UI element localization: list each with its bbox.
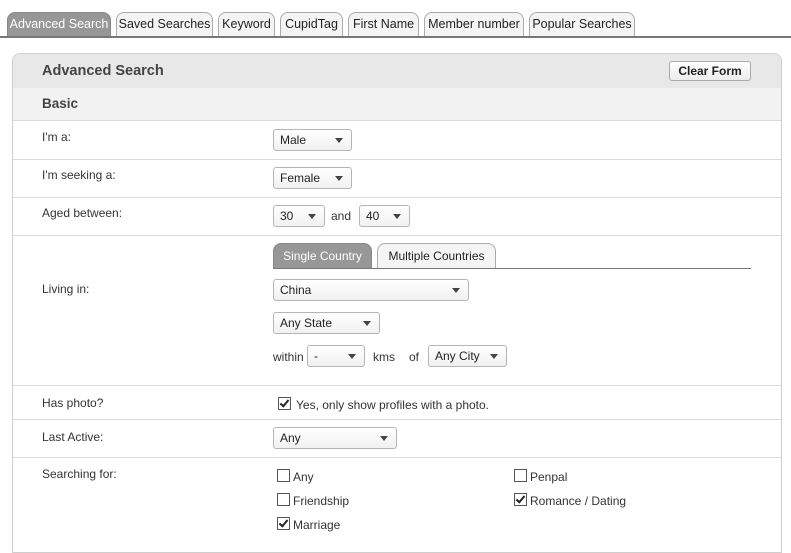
check-icon: [278, 517, 289, 528]
seeking-select[interactable]: Female: [273, 167, 352, 189]
im-a-value: Male: [280, 133, 307, 147]
of-label: of: [409, 350, 420, 364]
age-max-value: 40: [366, 209, 380, 223]
chevron-down-icon: [363, 321, 371, 326]
advanced-search-panel: Advanced Search Clear Form Basic I'm a: …: [12, 53, 782, 553]
divider: [13, 197, 781, 198]
country-tabs-underline: [273, 268, 751, 269]
last-active-label: Last Active:: [42, 430, 104, 444]
chevron-down-icon: [335, 176, 343, 181]
tab-member-number[interactable]: Member number: [424, 12, 524, 36]
friendship-checkbox-label: Friendship: [293, 494, 350, 508]
im-a-label: I'm a:: [42, 130, 71, 144]
age-min-select[interactable]: 30: [273, 205, 325, 227]
chevron-down-icon: [490, 354, 498, 359]
chevron-down-icon: [393, 214, 401, 219]
photo-checkbox[interactable]: [278, 397, 291, 410]
divider: [13, 159, 781, 160]
marriage-checkbox[interactable]: [277, 517, 290, 530]
country-select[interactable]: China: [273, 279, 469, 301]
tab-saved-searches[interactable]: Saved Searches: [116, 12, 213, 36]
penpal-checkbox[interactable]: [514, 469, 527, 482]
panel-header: Advanced Search Clear Form: [13, 54, 781, 88]
penpal-checkbox-label: Penpal: [530, 470, 568, 484]
chevron-down-icon: [452, 288, 460, 293]
chevron-down-icon: [348, 354, 356, 359]
check-icon: [279, 397, 290, 408]
country-value: China: [280, 283, 312, 297]
distance-value: -: [314, 349, 318, 363]
tab-first-name[interactable]: First Name: [348, 12, 419, 36]
seeking-value: Female: [280, 171, 321, 185]
divider: [13, 457, 781, 458]
section-title: Basic: [42, 96, 79, 111]
kms-label: kms: [373, 350, 395, 364]
divider: [13, 235, 781, 236]
last-active-select[interactable]: Any: [273, 427, 397, 449]
im-a-select[interactable]: Male: [273, 129, 352, 151]
tab-single-country[interactable]: Single Country: [273, 243, 372, 269]
chevron-down-icon: [380, 436, 388, 441]
tab-cupidtag[interactable]: CupidTag: [280, 12, 343, 36]
age-min-value: 30: [280, 209, 294, 223]
living-label: Living in:: [42, 282, 90, 296]
chevron-down-icon: [308, 214, 316, 219]
tab-multiple-countries[interactable]: Multiple Countries: [377, 243, 496, 269]
any-checkbox-label: Any: [293, 470, 314, 484]
tab-keyword[interactable]: Keyword: [218, 12, 275, 36]
tab-popular-searches[interactable]: Popular Searches: [529, 12, 635, 36]
search-tabs: Advanced Search Saved Searches Keyword C…: [0, 0, 791, 38]
age-max-select[interactable]: 40: [359, 205, 410, 227]
marriage-checkbox-label: Marriage: [293, 518, 341, 532]
any-checkbox[interactable]: [277, 469, 290, 482]
distance-select[interactable]: -: [307, 345, 365, 367]
divider: [13, 385, 781, 386]
seeking-label: I'm seeking a:: [42, 168, 116, 182]
romance-dating-checkbox[interactable]: [514, 493, 527, 506]
last-active-value: Any: [280, 431, 301, 445]
searching-for-label: Searching for:: [42, 467, 117, 481]
panel-title: Advanced Search: [42, 63, 164, 79]
photo-checkbox-label: Yes, only show profiles with a photo.: [296, 398, 490, 412]
check-icon: [515, 493, 526, 504]
state-value: Any State: [280, 316, 333, 330]
friendship-checkbox[interactable]: [277, 493, 290, 506]
romance-dating-checkbox-label: Romance / Dating: [530, 494, 627, 508]
tab-advanced-search[interactable]: Advanced Search: [7, 12, 111, 36]
city-select[interactable]: Any City: [428, 345, 507, 367]
city-value: Any City: [435, 349, 480, 363]
chevron-down-icon: [335, 138, 343, 143]
within-label: within: [273, 350, 304, 364]
state-select[interactable]: Any State: [273, 312, 380, 334]
section-header: Basic: [13, 88, 781, 121]
aged-label: Aged between:: [42, 206, 123, 220]
and-label: and: [331, 209, 352, 223]
clear-form-button[interactable]: Clear Form: [669, 61, 751, 81]
divider: [13, 419, 781, 420]
photo-label: Has photo?: [42, 396, 104, 410]
